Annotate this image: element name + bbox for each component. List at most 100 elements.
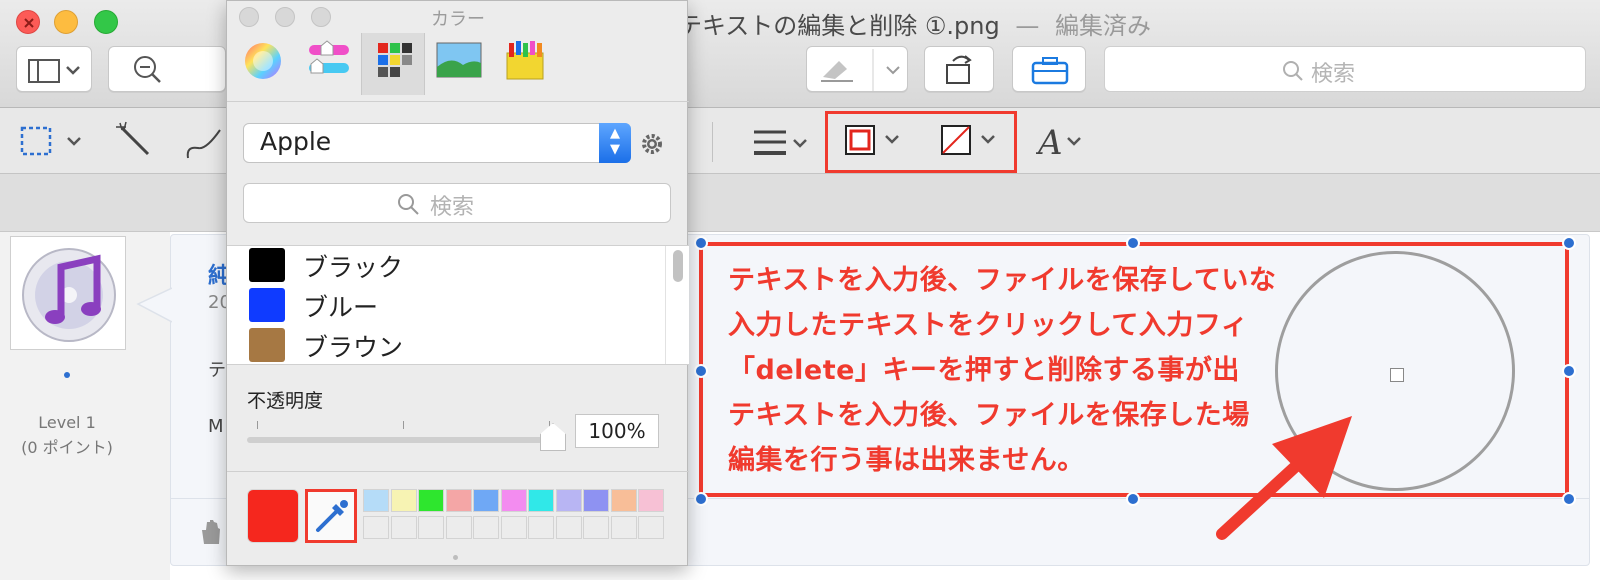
- opacity-value-field[interactable]: 100%: [575, 414, 659, 448]
- swatch-cell[interactable]: [473, 489, 499, 512]
- card-pointer: [136, 287, 172, 323]
- swatch-cell[interactable]: [363, 516, 389, 539]
- swatch-cell[interactable]: [638, 516, 664, 539]
- close-icon: [24, 18, 34, 28]
- color-panel: カラー Apple ▲ ▼ 検索 ブラック ブルー ブラウン 不透明度 100%: [226, 0, 689, 566]
- shape-style-button[interactable]: [752, 126, 814, 160]
- sidebar-toggle-button[interactable]: [16, 46, 92, 92]
- avatar: [10, 236, 126, 350]
- gear-icon[interactable]: [639, 131, 665, 157]
- level-info: Level 1 (0 ポイント): [0, 410, 134, 460]
- toolbox-icon: [1031, 57, 1069, 85]
- color-swatch: [249, 328, 285, 362]
- swatch-cell[interactable]: [473, 516, 499, 539]
- color-list: ブラック ブルー ブラウン: [227, 245, 689, 365]
- swatch-cell[interactable]: [363, 489, 389, 512]
- minimize-window-button[interactable]: [54, 10, 78, 34]
- swatch-cell[interactable]: [528, 489, 554, 512]
- palette-name: Apple: [260, 127, 332, 156]
- scroll-gutter: [665, 246, 666, 364]
- resize-grip[interactable]: [453, 555, 458, 560]
- search-placeholder: 検索: [430, 195, 475, 220]
- rotate-button[interactable]: [924, 46, 994, 92]
- color-sliders-tab[interactable]: [297, 33, 361, 95]
- swatch-cell[interactable]: [418, 516, 444, 539]
- palette-select[interactable]: Apple ▲ ▼: [243, 123, 631, 163]
- fill-color-button[interactable]: [940, 124, 1002, 158]
- current-color-well[interactable]: [247, 489, 299, 543]
- swatch-cell[interactable]: [555, 489, 582, 512]
- resize-handle[interactable]: [694, 364, 708, 378]
- rotate-icon: [946, 55, 972, 84]
- instant-alpha-icon[interactable]: [114, 120, 158, 162]
- itunes-icon: [22, 248, 116, 342]
- resize-handle[interactable]: [694, 492, 708, 506]
- selection-tool-button[interactable]: [18, 122, 88, 162]
- panel-divider: [227, 101, 689, 102]
- swatch-cell[interactable]: [390, 516, 417, 539]
- swatch-cell[interactable]: [610, 516, 637, 539]
- search-placeholder: 検索: [1311, 62, 1356, 87]
- zoom-out-button[interactable]: [108, 46, 226, 92]
- sketch-tool-icon[interactable]: [184, 124, 224, 164]
- points-label: (0 ポイント): [21, 438, 113, 457]
- hand-icon: [202, 520, 220, 544]
- search-input[interactable]: 検索: [1104, 46, 1586, 92]
- close-window-button[interactable]: [16, 10, 40, 34]
- eyedropper-button[interactable]: [305, 489, 357, 543]
- opacity-slider-knob[interactable]: [540, 423, 566, 451]
- resize-handle[interactable]: [1126, 236, 1140, 250]
- eyedropper-icon: [316, 500, 348, 532]
- opacity-slider[interactable]: [247, 437, 553, 443]
- panel-title: カラー: [431, 9, 485, 30]
- resize-handle[interactable]: [1562, 364, 1576, 378]
- swatch-cell[interactable]: [500, 516, 527, 539]
- swatch-cell[interactable]: [583, 489, 609, 512]
- scrollbar[interactable]: [673, 250, 683, 282]
- swatch-cell[interactable]: [418, 489, 444, 512]
- title-separator: —: [1015, 12, 1040, 40]
- resize-handle[interactable]: [1562, 236, 1576, 250]
- opacity-label: 不透明度: [247, 390, 324, 412]
- border-color-button[interactable]: [844, 124, 906, 158]
- swatch-cell[interactable]: [390, 489, 417, 512]
- color-wheel-tab[interactable]: [231, 33, 295, 95]
- svg-text:A: A: [1036, 123, 1063, 162]
- panel-divider: [227, 471, 689, 472]
- color-swatch: [249, 248, 285, 282]
- swatch-cell[interactable]: [445, 489, 472, 512]
- color-swatch: [249, 288, 285, 322]
- swatch-cell[interactable]: [445, 516, 472, 539]
- resize-handle[interactable]: [694, 236, 708, 250]
- color-palettes-tab[interactable]: [361, 33, 425, 95]
- select-arrows-icon: ▲ ▼: [599, 123, 631, 163]
- color-name: ブラック: [303, 253, 404, 282]
- color-name: ブルー: [303, 293, 379, 322]
- level-label: Level 1: [38, 413, 96, 432]
- sign-button[interactable]: [806, 46, 908, 92]
- markup-toolbar-button[interactable]: [1012, 46, 1086, 92]
- signature-icon: [821, 49, 900, 91]
- swatch-cell[interactable]: [638, 489, 664, 512]
- resize-handle[interactable]: [1562, 492, 1576, 506]
- slider-tick: [257, 421, 258, 429]
- loupe-center: [1390, 368, 1404, 382]
- crayons-tab[interactable]: [493, 33, 557, 95]
- color-name: ブラウン: [303, 333, 404, 362]
- resize-handle[interactable]: [1126, 492, 1140, 506]
- window-title: テキストの編集と削除 ①.png — 編集済み: [678, 6, 1151, 41]
- swatch-cell[interactable]: [610, 489, 637, 512]
- swatch-cell[interactable]: [555, 516, 582, 539]
- image-palettes-tab[interactable]: [427, 33, 491, 95]
- swatch-cell[interactable]: [500, 489, 527, 512]
- arrow-annotation: [1216, 416, 1352, 540]
- search-icon: [398, 194, 419, 215]
- edited-state: 編集済み: [1055, 12, 1152, 40]
- palette-search-input[interactable]: 検索: [243, 183, 671, 223]
- slider-tick: [403, 421, 404, 429]
- swatch-cell[interactable]: [528, 516, 554, 539]
- text-style-button[interactable]: A: [1036, 120, 1092, 162]
- zoom-window-button[interactable]: [94, 10, 118, 34]
- swatch-cell[interactable]: [583, 516, 609, 539]
- search-icon: [1283, 61, 1303, 81]
